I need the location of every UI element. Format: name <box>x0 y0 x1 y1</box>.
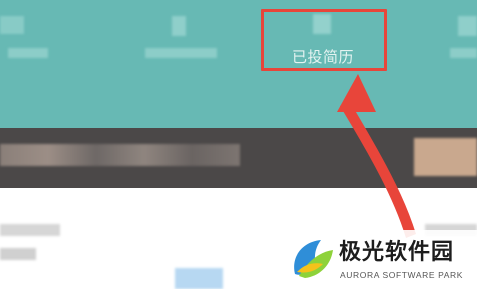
aurora-leaf-logo-icon <box>294 240 333 278</box>
watermark-title: 极光软件园 <box>339 240 455 265</box>
arrow-head <box>337 74 376 112</box>
watermark-subtitle: AURORA SOFTWARE PARK <box>340 270 463 280</box>
arrow-shaft <box>340 100 416 238</box>
watermark: 极光软件园 AURORA SOFTWARE PARK <box>283 230 477 289</box>
